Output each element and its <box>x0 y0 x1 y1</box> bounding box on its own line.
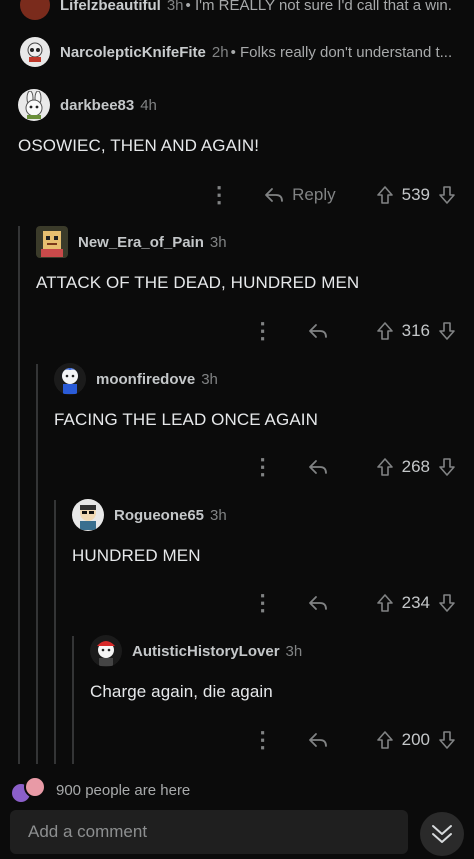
reply-arrow-icon <box>308 324 327 338</box>
avatar <box>20 37 50 67</box>
comment-actions: ⋮ Reply 539 <box>208 180 474 210</box>
vote-group: 268 <box>376 457 456 477</box>
reply-arrow-icon <box>308 460 327 474</box>
comment-age: 3h <box>209 233 227 251</box>
more-dots-icon[interactable]: ⋮ <box>208 184 230 206</box>
reply-button[interactable] <box>308 459 336 475</box>
vote-group: 200 <box>376 730 456 750</box>
reply-label: Reply <box>292 185 336 204</box>
comment-username[interactable]: New_Era_of_Pain <box>78 234 204 251</box>
presence-indicator: 900 people are here <box>10 776 190 804</box>
comment-actions: ⋮ 200 <box>252 725 474 755</box>
comment-actions: ⋮ 316 <box>252 316 474 346</box>
vote-score: 268 <box>401 457 430 476</box>
more-dots-icon[interactable]: ⋮ <box>252 456 274 478</box>
vote-group: 234 <box>376 593 456 613</box>
jump-next-button[interactable] <box>420 812 464 856</box>
thread-line[interactable] <box>54 500 56 764</box>
comment-age: 4h <box>140 96 157 114</box>
avatar[interactable] <box>36 226 68 258</box>
presence-text: 900 people are here <box>56 781 191 799</box>
comment: Rogueone65 3h HUNDRED MEN <box>72 498 474 566</box>
avatar <box>20 0 50 20</box>
more-dots-icon[interactable]: ⋮ <box>252 592 274 614</box>
avatar[interactable] <box>90 635 122 667</box>
avatar[interactable] <box>72 499 104 531</box>
comment: AutisticHistoryLover 3h Charge again, di… <box>90 634 474 702</box>
comment-body: OSOWIEC, THEN AND AGAIN! <box>18 136 260 155</box>
vote-score: 539 <box>401 185 430 204</box>
collapsed-comment[interactable]: Lifelzbeautiful 3h • I'm REALLY not sure… <box>0 0 474 24</box>
comment-body: Charge again, die again <box>90 682 273 701</box>
reply-button[interactable] <box>308 323 336 339</box>
more-dots-icon[interactable]: ⋮ <box>252 320 274 342</box>
avatar[interactable] <box>54 363 86 395</box>
presence-avatars <box>10 776 50 804</box>
reply-button[interactable] <box>308 595 336 611</box>
vote-group: 316 <box>376 321 456 341</box>
reply-button[interactable]: Reply <box>264 185 336 205</box>
comment-age: 3h <box>166 0 184 14</box>
vote-score: 316 <box>401 321 430 340</box>
downvote-arrow-icon[interactable] <box>438 457 456 477</box>
comment: moonfiredove 3h FACING THE LEAD ONCE AGA… <box>54 362 474 430</box>
comment-username[interactable]: Lifelzbeautiful <box>60 0 161 14</box>
upvote-arrow-icon[interactable] <box>376 457 394 477</box>
downvote-arrow-icon[interactable] <box>438 593 456 613</box>
comment-username[interactable]: darkbee83 <box>60 97 134 114</box>
add-comment-input[interactable]: Add a comment <box>10 810 408 854</box>
upvote-arrow-icon[interactable] <box>376 321 394 341</box>
comment-username[interactable]: Rogueone65 <box>114 507 204 524</box>
comment-age: 2h <box>211 43 229 61</box>
vote-score: 200 <box>401 730 430 749</box>
comment-username[interactable]: AutisticHistoryLover <box>132 643 280 660</box>
double-chevron-down-icon <box>432 825 452 843</box>
comment-username[interactable]: moonfiredove <box>96 371 195 388</box>
downvote-arrow-icon[interactable] <box>438 321 456 341</box>
vote-score: 234 <box>401 593 430 612</box>
thread-line[interactable] <box>18 226 20 764</box>
downvote-arrow-icon[interactable] <box>438 730 456 750</box>
comment-age: 3h <box>201 370 218 388</box>
upvote-arrow-icon[interactable] <box>376 593 394 613</box>
vote-group: 539 <box>376 185 456 205</box>
downvote-arrow-icon[interactable] <box>438 185 456 205</box>
thread-line[interactable] <box>36 364 38 764</box>
comment-age: 3h <box>285 642 303 660</box>
comment: New_Era_of_Pain 3h ATTACK OF THE DEAD, H… <box>36 225 474 293</box>
comment-body: ATTACK OF THE DEAD, HUNDRED MEN <box>36 273 360 292</box>
thread-line[interactable] <box>72 636 74 764</box>
upvote-arrow-icon[interactable] <box>376 730 394 750</box>
reply-button[interactable] <box>308 732 336 748</box>
comment-actions: ⋮ 268 <box>252 452 474 482</box>
comment-age: 3h <box>210 506 227 524</box>
reply-arrow-icon <box>308 596 327 610</box>
more-dots-icon[interactable]: ⋮ <box>252 729 274 751</box>
comment-actions: ⋮ 234 <box>252 588 474 618</box>
comment-body: HUNDRED MEN <box>72 546 201 565</box>
avatar <box>24 776 46 798</box>
reply-arrow-icon <box>265 188 284 202</box>
comment-snippet: • I'm REALLY not sure I'd call that a wi… <box>185 0 452 14</box>
upvote-arrow-icon[interactable] <box>376 185 394 205</box>
reply-arrow-icon <box>308 733 327 747</box>
comment-snippet: • Folks really don't understand t... <box>230 43 453 61</box>
comment-username[interactable]: NarcolepticKnifeFite <box>60 44 206 61</box>
collapsed-comment[interactable]: NarcolepticKnifeFite 2h • Folks really d… <box>0 33 474 71</box>
comment: darkbee83 4h OSOWIEC, THEN AND AGAIN! <box>18 88 474 156</box>
avatar[interactable] <box>18 89 50 121</box>
comment-body: FACING THE LEAD ONCE AGAIN <box>54 410 318 429</box>
